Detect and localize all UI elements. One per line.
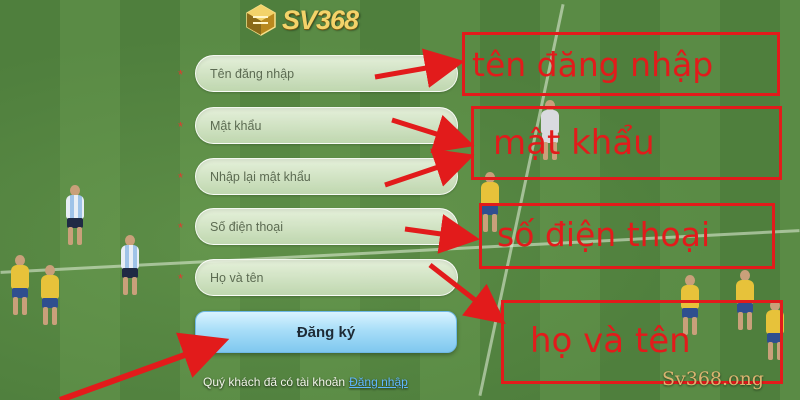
- arrow-confirm-password: [384, 148, 475, 188]
- arrow-phone: [404, 214, 480, 254]
- arrow-register: [58, 332, 230, 400]
- watermark: Sv368.ong: [662, 368, 764, 390]
- arrow-username: [374, 48, 465, 88]
- annotation-arrows: [58, 48, 506, 400]
- arrow-fullname: [428, 263, 506, 325]
- arrow-password: [391, 114, 475, 154]
